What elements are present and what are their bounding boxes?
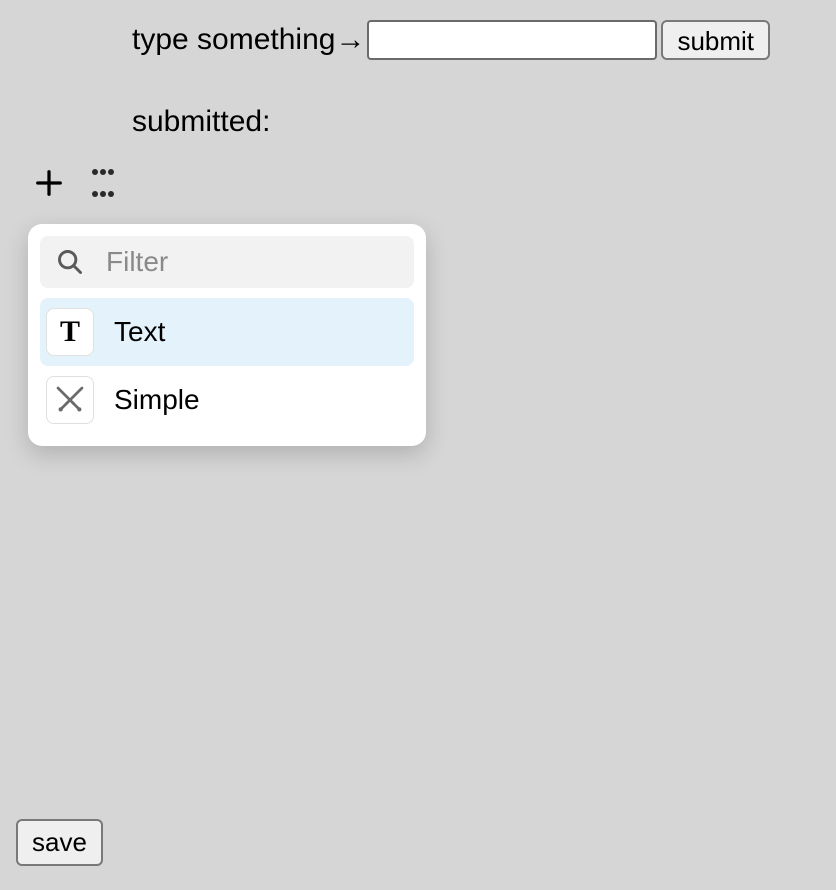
plus-icon[interactable] <box>34 168 64 198</box>
submitted-label: submitted: <box>132 105 270 139</box>
search-icon <box>56 248 84 276</box>
text-input[interactable] <box>367 20 657 60</box>
menu-item-label: Simple <box>114 384 200 416</box>
menu-item-label: Text <box>114 316 165 348</box>
save-button[interactable]: save <box>16 819 103 866</box>
menu-item-simple[interactable]: Simple <box>40 366 414 434</box>
filter-row <box>40 236 414 288</box>
menu-item-text[interactable]: T Text <box>40 298 414 366</box>
drag-handle-icon[interactable] <box>92 169 114 197</box>
swords-icon <box>46 376 94 424</box>
block-type-popup: T Text Simple <box>28 224 426 446</box>
form-label: type something→ <box>132 23 365 57</box>
form-row: type something→ submit <box>132 20 770 60</box>
block-controls <box>34 168 114 198</box>
submit-button[interactable]: submit <box>661 20 770 60</box>
text-icon: T <box>46 308 94 356</box>
filter-input[interactable] <box>106 246 398 278</box>
